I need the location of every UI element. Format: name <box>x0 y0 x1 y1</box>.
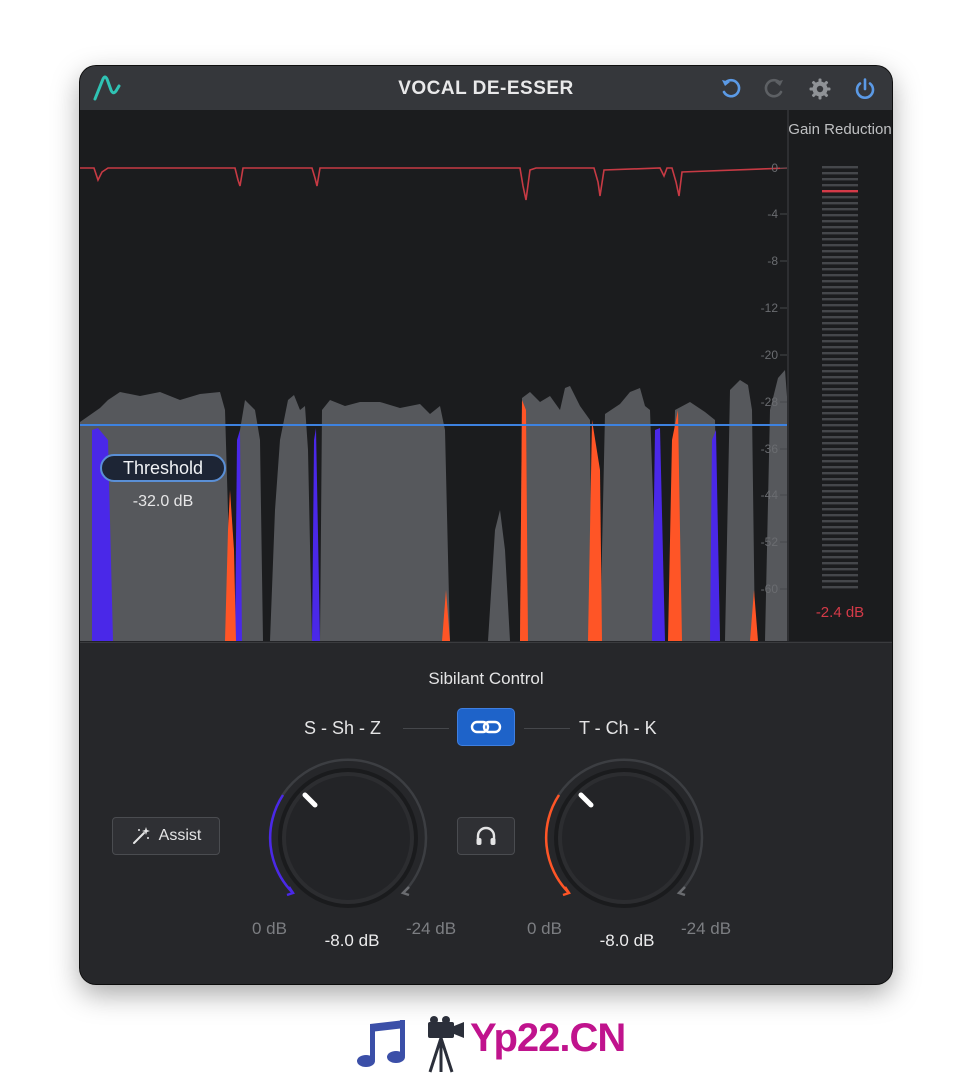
threshold-handle[interactable]: Threshold <box>100 454 226 482</box>
sibilant-control-panel: Sibilant Control S - Sh - Z T - Ch - K A… <box>80 642 892 984</box>
t-knob-value: -8.0 dB <box>599 931 655 950</box>
s-knob-value: -8.0 dB <box>324 931 380 950</box>
scale-tick: 0 <box>771 161 778 175</box>
scale-tick: -52 <box>760 535 778 549</box>
gain-reduction-meter <box>822 166 858 589</box>
link-bands-button[interactable] <box>457 708 515 746</box>
link-line-left <box>403 728 449 729</box>
link-line-right <box>524 728 570 729</box>
t-knob-max-label: -24 dB <box>681 919 732 938</box>
magic-wand-icon <box>132 827 150 844</box>
t-band-label: T - Ch - K <box>579 718 657 738</box>
t-knob-min-label: 0 dB <box>527 919 562 938</box>
de-esser-plugin-window: VOCAL DE-ESSER 0 -4 -8 -12 -20 -28 -36 -… <box>80 66 892 984</box>
power-icon <box>855 78 875 99</box>
gain-reduction-label: Gain Reduction <box>788 121 892 138</box>
gain-trace <box>80 167 789 201</box>
undo-icon <box>722 78 741 98</box>
scale-tick: -36 <box>760 442 778 456</box>
redo-button[interactable] <box>759 74 789 104</box>
music-camera-logo-icon <box>357 1016 464 1073</box>
link-icon <box>470 720 502 734</box>
s-knob-max-label: -24 dB <box>406 919 457 938</box>
assist-label: Assist <box>158 827 202 844</box>
s-band-label: S - Sh - Z <box>304 718 382 738</box>
t-knob-graphic <box>544 758 704 908</box>
t-band-knob[interactable] <box>539 753 709 923</box>
listen-button[interactable] <box>457 817 515 855</box>
scale-tick: -44 <box>760 488 778 502</box>
gain-reduction-value: -2.4 dB <box>815 604 865 621</box>
gear-icon <box>809 78 831 100</box>
waveform-svg <box>80 110 858 641</box>
threshold-value: -32.0 dB <box>132 493 194 510</box>
s-band-knob[interactable] <box>263 753 433 923</box>
headphones-icon <box>476 826 496 845</box>
title-bar: VOCAL DE-ESSER <box>80 66 892 111</box>
power-button[interactable] <box>850 74 880 104</box>
s-knob-graphic <box>268 758 428 908</box>
scale-tick: -60 <box>760 582 778 596</box>
analyzer-display[interactable]: 0 -4 -8 -12 -20 -28 -36 -44 -52 -60 Thre… <box>80 110 892 641</box>
section-title: Sibilant Control <box>428 669 544 688</box>
scale-tick: -8 <box>767 254 778 268</box>
redo-icon <box>764 78 783 98</box>
assist-button[interactable]: Assist <box>112 817 220 855</box>
scale-tick: -28 <box>760 395 778 409</box>
scale-tick: -12 <box>760 301 778 315</box>
undo-button[interactable] <box>716 74 746 104</box>
watermark-text: Yp22.CN <box>470 1016 626 1060</box>
scale-tick: -20 <box>760 348 778 362</box>
scale-tick: -4 <box>767 207 778 221</box>
s-knob-min-label: 0 dB <box>252 919 287 938</box>
settings-button[interactable] <box>805 74 835 104</box>
